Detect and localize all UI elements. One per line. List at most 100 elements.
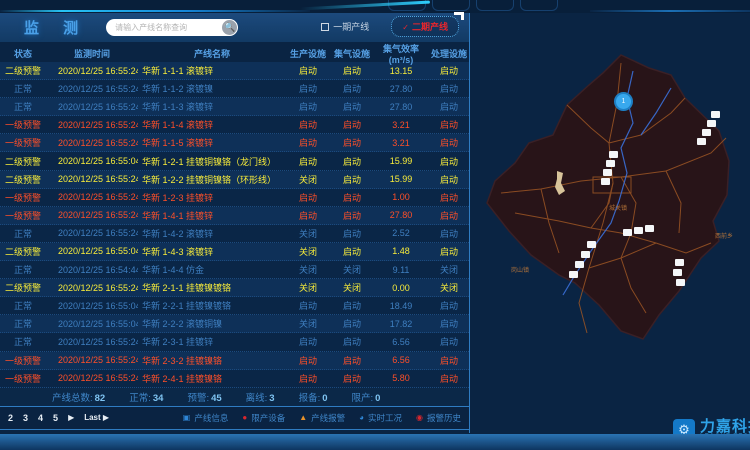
legend-bar: ▣产线信息 ●限产设备 ▲产线报警 ◕实时工况 ◉报警历史	[183, 412, 461, 424]
gas-collection-cell: 启动	[330, 64, 374, 77]
page-number[interactable]: 3	[23, 413, 28, 423]
check-icon: ✓	[402, 23, 409, 32]
history-dot-icon: ◉	[416, 413, 423, 422]
corner-bracket-decor	[454, 12, 464, 20]
gas-efficiency-cell: 9.11	[374, 265, 428, 275]
status-cell: 正常	[0, 335, 46, 348]
status-cell: 一级预警	[0, 209, 46, 222]
production-facility-cell: 启动	[286, 136, 330, 149]
pagination: 2345 ▶ Last ▶	[8, 413, 109, 423]
production-facility-cell: 启动	[286, 100, 330, 113]
gas-efficiency-cell: 5.80	[374, 373, 428, 383]
gas-collection-cell: 启动	[330, 317, 374, 330]
gas-efficiency-cell: 27.80	[374, 84, 428, 94]
summary-value: 82	[95, 393, 106, 404]
next-page-arrow[interactable]: ▶	[68, 413, 74, 422]
treatment-facility-cell: 启动	[428, 82, 470, 95]
legend-item-实时工况[interactable]: ◕实时工况	[359, 412, 402, 424]
column-header: 集气效率(m³/s)	[374, 42, 428, 65]
table-row[interactable]: 一级预警2020/12/25 16:55:24华新 1-1-4 滚镀锌启动启动3…	[0, 116, 469, 134]
header-bar: 监 测 🔍 一期产线 ✓二期产线	[0, 13, 469, 42]
line-name-cell: 华新 1-4-2 滚镀锌	[138, 227, 286, 240]
table-row[interactable]: 正常2020/12/25 16:55:04华新 2-2-1 挂镀镍镀铬启动启动1…	[0, 297, 469, 315]
legend-item-报警历史[interactable]: ◉报警历史	[416, 412, 461, 424]
map-place-label: 西前乡	[715, 231, 733, 240]
gas-collection-cell: 启动	[330, 335, 374, 348]
table-row[interactable]: 二级预警2020/12/25 16:55:04华新 1-2-1 挂镀铜镍铬（龙门…	[0, 152, 469, 170]
gas-collection-cell: 关闭	[330, 281, 374, 294]
gas-efficiency-cell: 3.21	[374, 138, 428, 148]
table-row[interactable]: 正常2020/12/25 16:55:24华新 1-1-2 滚镀镍启动启动27.…	[0, 80, 469, 98]
phase1-label: 一期产线	[333, 20, 369, 33]
status-cell: 一级预警	[0, 118, 46, 131]
gas-collection-cell: 启动	[330, 372, 374, 385]
district-map[interactable]: 1 西前乡岗山镇城关镇	[471, 43, 750, 353]
map-cluster-badge[interactable]: 1	[614, 92, 633, 111]
time-cell: 2020/12/25 16:55:24	[46, 228, 138, 238]
table-row[interactable]: 二级预警2020/12/25 16:55:24华新 1-1-1 滚镀锌启动启动1…	[0, 62, 469, 80]
monitor-table: 二级预警2020/12/25 16:55:24华新 1-1-1 滚镀锌启动启动1…	[0, 62, 469, 388]
column-header: 处理设施	[428, 47, 470, 60]
treatment-facility-cell: 启动	[428, 100, 470, 113]
table-row[interactable]: 正常2020/12/25 16:55:24华新 1-1-3 滚镀锌启动启动27.…	[0, 98, 469, 116]
treatment-facility-cell: 启动	[428, 136, 470, 149]
table-row[interactable]: 一级预警2020/12/25 16:55:24华新 2-4-1 挂镀镍铬启动启动…	[0, 370, 469, 388]
table-row[interactable]: 正常2020/12/25 16:55:24华新 1-4-2 滚镀锌关闭启动2.5…	[0, 225, 469, 243]
gas-collection-cell: 启动	[330, 100, 374, 113]
table-row[interactable]: 正常2020/12/25 16:55:04华新 2-2-2 滚镀铜镍关闭启动17…	[0, 315, 469, 333]
table-row[interactable]: 一级预警2020/12/25 16:55:24华新 1-2-3 挂镀锌启动启动1…	[0, 189, 469, 207]
table-row[interactable]: 一级预警2020/12/25 16:55:24华新 1-4-1 挂镀锌启动启动2…	[0, 207, 469, 225]
legend-item-产线信息[interactable]: ▣产线信息	[183, 412, 229, 424]
gauge-icon: ◕	[359, 413, 364, 422]
page-number[interactable]: 2	[8, 413, 13, 423]
time-cell: 2020/12/25 16:55:24	[46, 174, 138, 184]
glow-line-right	[590, 10, 750, 12]
map-panel: 1 西前乡岗山镇城关镇 ⚙ 力嘉科技 LEAGUE TECH	[471, 13, 750, 433]
legend-item-产线报警[interactable]: ▲产线报警	[299, 412, 345, 424]
search-icon[interactable]: 🔍	[222, 20, 237, 35]
line-name-cell: 华新 1-1-1 滚镀锌	[138, 64, 286, 77]
treatment-facility-cell: 启动	[428, 191, 470, 204]
page-number[interactable]: 5	[53, 413, 58, 423]
phase1-checkbox[interactable]: 一期产线	[321, 20, 369, 33]
treatment-facility-cell: 关闭	[428, 263, 470, 276]
map-svg	[471, 43, 750, 353]
line-name-cell: 华新 1-4-1 挂镀锌	[138, 209, 286, 222]
gas-efficiency-cell: 1.00	[374, 192, 428, 202]
phase-filter-group: 一期产线 ✓二期产线	[321, 16, 459, 37]
production-facility-cell: 启动	[286, 82, 330, 95]
page-number[interactable]: 4	[38, 413, 43, 423]
table-row[interactable]: 二级预警2020/12/25 16:55:04华新 1-4-3 滚镀锌关闭启动1…	[0, 243, 469, 261]
table-row[interactable]: 一级预警2020/12/25 16:55:24华新 2-3-2 挂镀镍铬启动启动…	[0, 352, 469, 370]
table-row[interactable]: 二级预警2020/12/25 16:55:24华新 2-1-1 挂镀镍镀铬关闭关…	[0, 279, 469, 297]
treatment-facility-cell: 启动	[428, 227, 470, 240]
line-name-cell: 华新 1-2-1 挂镀铜镍铬（龙门线）	[138, 155, 286, 168]
status-cell: 正常	[0, 317, 46, 330]
treatment-facility-cell: 启动	[428, 354, 470, 367]
bottom-bar: 2345 ▶ Last ▶ ▣产线信息 ●限产设备 ▲产线报警 ◕实时工况 ◉报警历史	[0, 407, 469, 430]
status-cell: 一级预警	[0, 191, 46, 204]
summary-item: 产线总数:82	[52, 390, 105, 404]
gas-collection-cell: 启动	[330, 191, 374, 204]
column-header: 监测时间	[46, 47, 138, 60]
summary-item: 正常:34	[129, 390, 163, 404]
table-row[interactable]: 一级预警2020/12/25 16:55:24华新 1-1-5 滚镀锌启动启动3…	[0, 134, 469, 152]
legend-item-限产设备[interactable]: ●限产设备	[242, 412, 285, 424]
treatment-facility-cell: 启动	[428, 335, 470, 348]
status-cell: 正常	[0, 227, 46, 240]
phase2-button[interactable]: ✓二期产线	[391, 16, 459, 37]
line-name-cell: 华新 1-1-5 滚镀锌	[138, 136, 286, 149]
time-cell: 2020/12/25 16:55:24	[46, 138, 138, 148]
last-page-button[interactable]: Last ▶	[84, 413, 109, 422]
time-cell: 2020/12/25 16:55:24	[46, 337, 138, 347]
status-cell: 二级预警	[0, 245, 46, 258]
status-cell: 一级预警	[0, 136, 46, 149]
table-row[interactable]: 正常2020/12/25 16:55:24华新 2-3-1 挂镀锌启动启动6.5…	[0, 333, 469, 351]
production-facility-cell: 启动	[286, 335, 330, 348]
checkbox-icon[interactable]	[321, 23, 329, 31]
gas-efficiency-cell: 3.21	[374, 120, 428, 130]
gas-collection-cell: 启动	[330, 155, 374, 168]
search-input[interactable]	[115, 20, 223, 35]
table-row[interactable]: 二级预警2020/12/25 16:55:24华新 1-2-2 挂镀铜镍铬（环形…	[0, 171, 469, 189]
table-row[interactable]: 正常2020/12/25 16:54:44华新 1-4-4 仿金关闭关闭9.11…	[0, 261, 469, 279]
